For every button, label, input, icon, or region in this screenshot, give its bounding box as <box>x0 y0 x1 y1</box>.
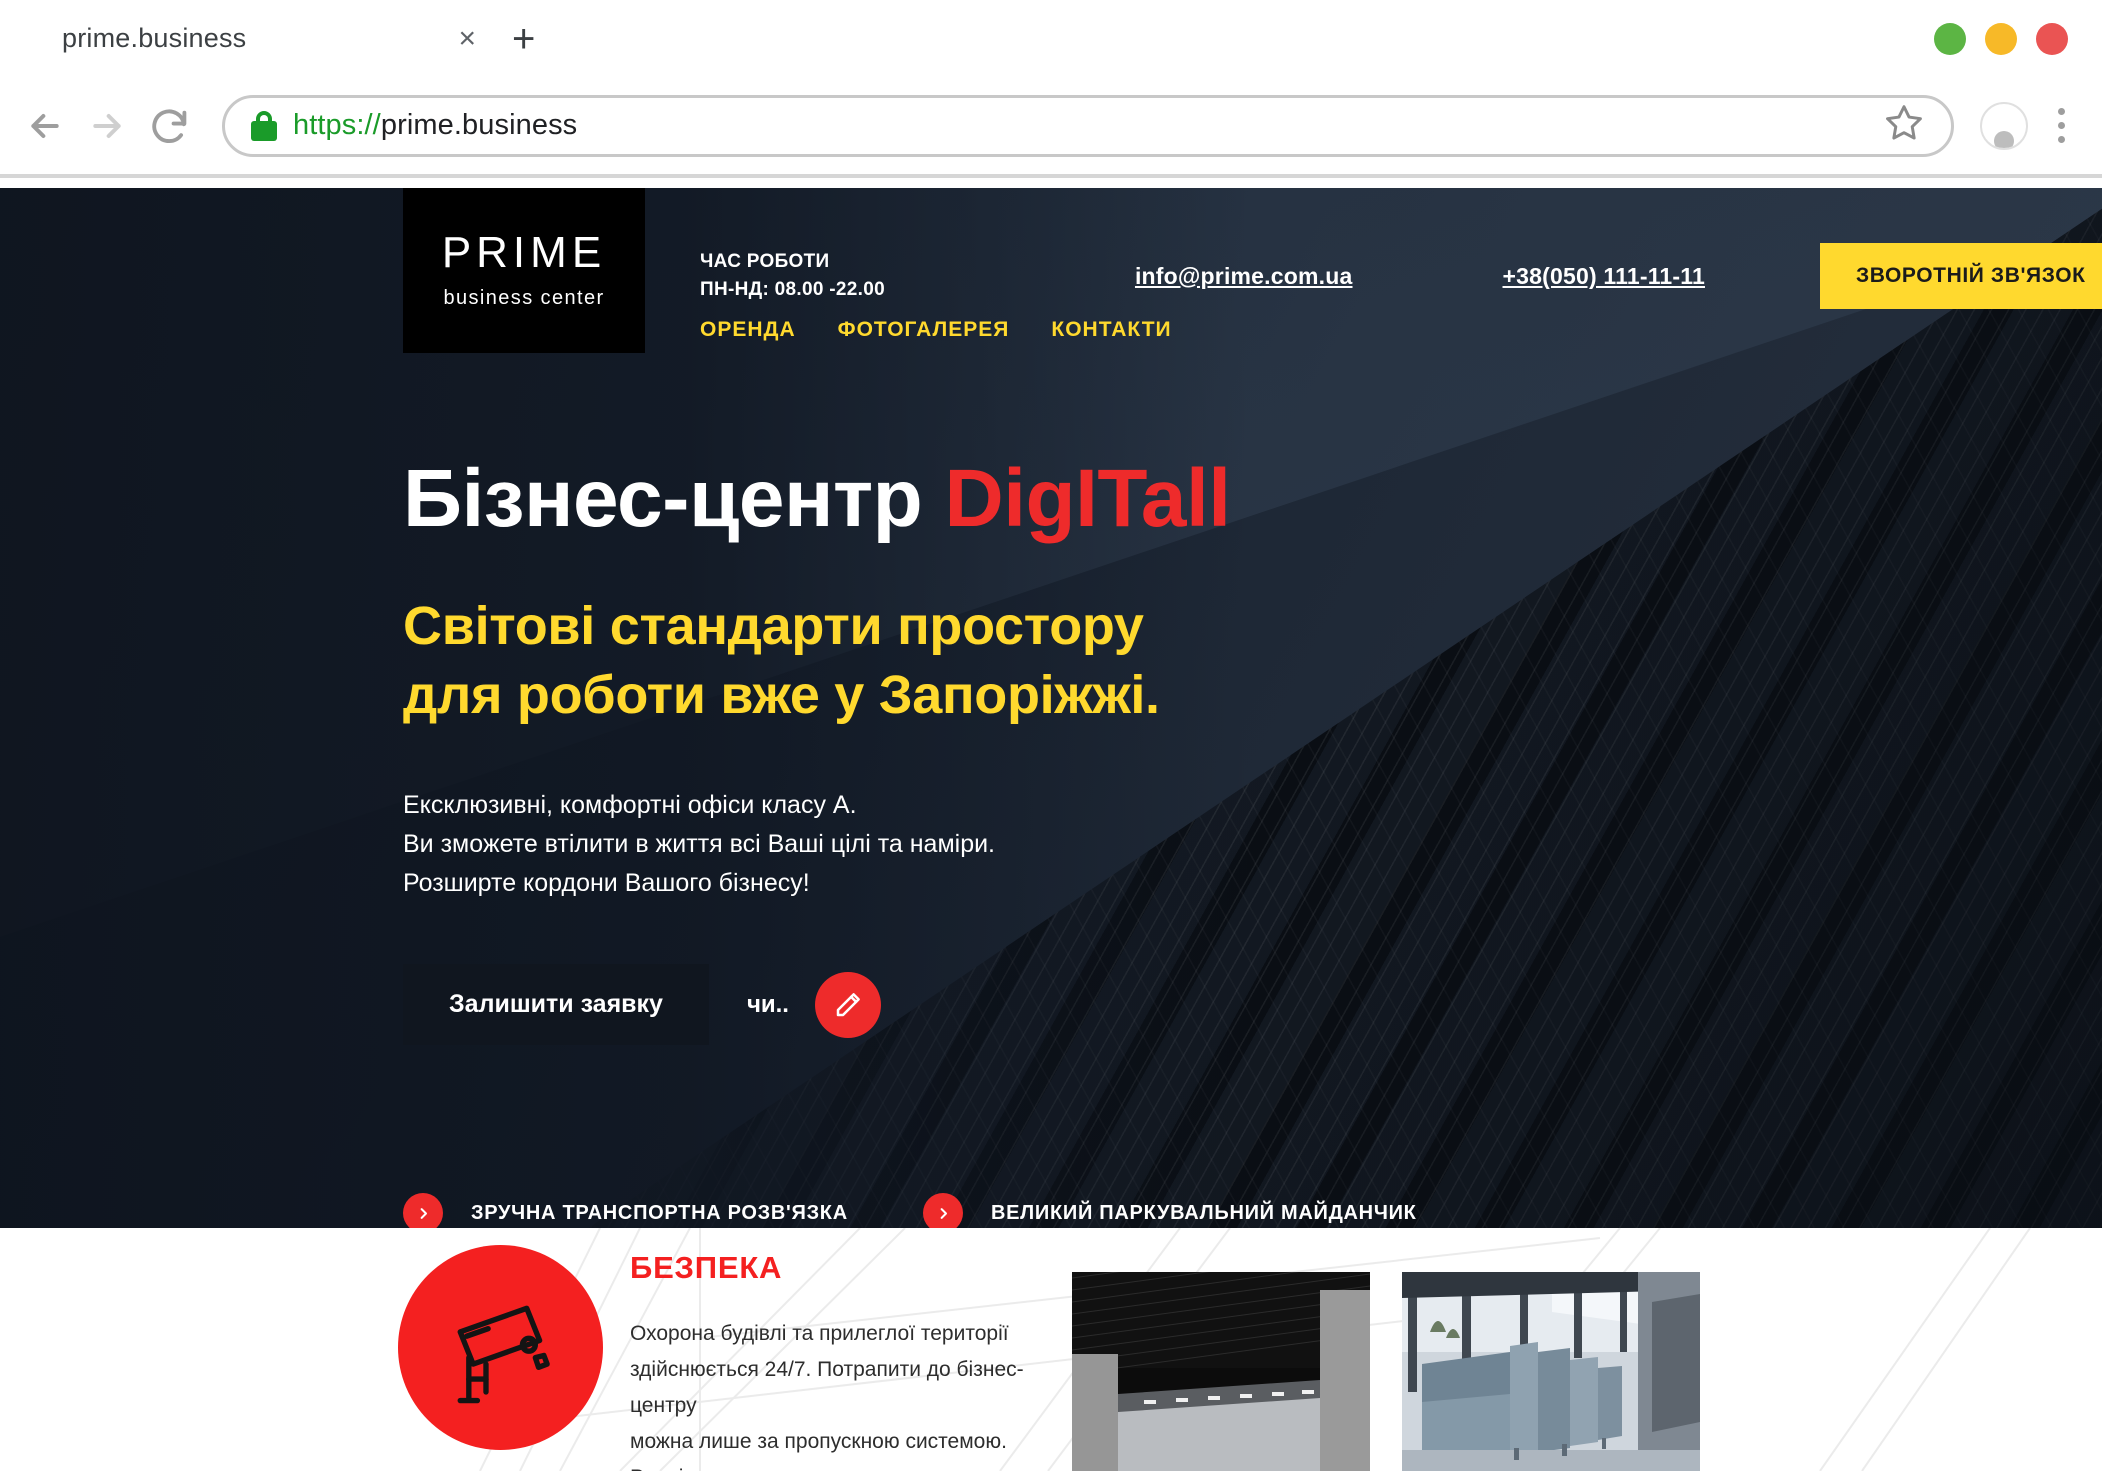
security-section: БЕЗПЕКА Охорона будівлі та прилеглої тер… <box>0 1228 2102 1471</box>
hero-subtitle-line-1: Світові стандарти простору <box>403 596 1144 656</box>
lobby-interior-photo[interactable] <box>1072 1272 1370 1471</box>
main-navigation: ОРЕНДА ФОТОГАЛЕРЕЯ КОНТАКТИ <box>700 318 1172 342</box>
hero-description: Ексклюзивні, комфортні офіси класу А. Ви… <box>403 786 1231 902</box>
browser-tab[interactable]: prime.business × <box>62 23 482 54</box>
section-body-line-3: можна лише за пропускною системою. <box>630 1430 1007 1454</box>
section-title: БЕЗПЕКА <box>630 1250 783 1285</box>
nav-item-rent[interactable]: ОРЕНДА <box>700 318 796 342</box>
kebab-menu-icon[interactable] <box>2038 108 2084 143</box>
security-text: БЕЗПЕКА Охорона будівлі та прилеглої тер… <box>630 1250 1050 1471</box>
hero-content: Бізнес-центр DigITall Світові стандарти … <box>403 458 1231 1046</box>
logo-tagline: business center <box>443 287 605 309</box>
or-text: чи.. <box>746 990 789 1018</box>
hero-actions: Залишити заявку чи.. <box>403 964 1231 1046</box>
hero-section: PRIME business center ЧАС РОБОТИ ПН-НД: … <box>0 188 2102 1228</box>
logo-name: PRIME <box>441 228 607 277</box>
close-tab-icon[interactable]: × <box>452 23 482 54</box>
feature-item[interactable]: ЗРУЧНА ТРАНСПОРТНА РОЗВ'ЯЗКА <box>403 1193 923 1228</box>
address-bar[interactable]: https://prime.business <box>222 94 1954 157</box>
url-scheme: https:// <box>293 109 381 141</box>
page-title-accent: DigITall <box>944 453 1232 544</box>
browser-window: prime.business × + https://prime.busines… <box>0 0 2102 1471</box>
lounge-seating-photo[interactable] <box>1402 1272 1700 1471</box>
hero-description-line-2: Ви зможете втілити в життя всі Ваші цілі… <box>403 829 996 858</box>
site-logo[interactable]: PRIME business center <box>403 188 645 353</box>
hero-features: ЗРУЧНА ТРАНСПОРТНА РОЗВ'ЯЗКА ВЕЛИКИЙ ПАР… <box>403 1193 1503 1228</box>
reload-icon[interactable] <box>138 95 200 157</box>
chevron-right-icon <box>923 1193 963 1228</box>
back-arrow-icon[interactable] <box>14 95 76 157</box>
section-body-line-1: Охорона будівлі та прилеглої території <box>630 1322 1009 1345</box>
window-controls <box>1934 22 2068 55</box>
feature-item[interactable]: ВЕЛИКИЙ ПАРКУВАЛЬНИЙ МАЙДАНЧИК <box>923 1193 1443 1228</box>
url-host: prime.business <box>380 109 578 141</box>
feature-label: ЗРУЧНА ТРАНСПОРТНА РОЗВ'ЯЗКА <box>471 1201 848 1224</box>
working-hours-value: ПН-НД: 08.00 -22.00 <box>700 279 885 300</box>
submit-request-button[interactable]: Залишити заявку <box>403 964 709 1046</box>
page-viewport: PRIME business center ЧАС РОБОТИ ПН-НД: … <box>0 188 2102 1471</box>
browser-toolbar: https://prime.business <box>0 77 2102 174</box>
page-title-main: Бізнес-центр <box>403 453 945 544</box>
section-body-line-2: здійснюється 24/7. Потрапити до бізнес-ц… <box>630 1358 1024 1418</box>
section-body-line-4: Реалізована надсучасна система відеонагл… <box>630 1460 1050 1471</box>
header-phone[interactable]: +38(050) 111-11-11 <box>1503 263 1705 290</box>
lock-icon <box>251 110 277 141</box>
hero-description-line-1: Ексклюзивні, комфортні офіси класу А. <box>403 791 857 820</box>
tab-title: prime.business <box>62 23 247 53</box>
hero-subtitle-line-2: для роботи вже у Запоріжжі. <box>403 665 1160 726</box>
minimize-button[interactable] <box>1934 22 1966 55</box>
section-photos <box>1072 1272 1700 1471</box>
close-window-button[interactable] <box>2036 22 2068 55</box>
tab-strip: prime.business × + <box>0 0 2102 77</box>
avatar-icon[interactable] <box>1980 101 2028 150</box>
working-hours-label: ЧАС РОБОТИ <box>700 251 830 273</box>
new-tab-icon[interactable]: + <box>512 19 535 59</box>
cctv-camera-icon <box>398 1245 603 1450</box>
header-email[interactable]: info@prime.com.ua <box>1135 263 1353 290</box>
feature-label: ВЕЛИКИЙ ПАРКУВАЛЬНИЙ МАЙДАНЧИК <box>991 1201 1417 1224</box>
forward-arrow-icon[interactable] <box>76 95 138 157</box>
nav-item-contacts[interactable]: КОНТАКТИ <box>1051 318 1171 342</box>
working-hours: ЧАС РОБОТИ ПН-НД: 08.00 -22.00 <box>700 248 885 303</box>
chevron-right-icon <box>403 1193 443 1228</box>
header-contacts: ЧАС РОБОТИ ПН-НД: 08.00 -22.00 info@prim… <box>700 243 2102 309</box>
hero-subtitle: Світові стандарти простору для роботи вж… <box>403 592 1231 730</box>
star-icon[interactable] <box>1883 102 1925 149</box>
hero-description-line-3: Розширте кордони Вашого бізнесу! <box>403 868 810 897</box>
pencil-icon[interactable] <box>814 971 881 1038</box>
url-text: https://prime.business <box>293 109 577 142</box>
toolbar-divider <box>0 174 2102 178</box>
section-body: Охорона будівлі та прилеглої території з… <box>630 1316 1050 1471</box>
maximize-button[interactable] <box>1985 22 2017 55</box>
page-title: Бізнес-центр DigITall <box>403 458 1231 540</box>
callback-button[interactable]: ЗВОРОТНІЙ ЗВ'ЯЗОК <box>1819 243 2102 309</box>
nav-item-gallery[interactable]: ФОТОГАЛЕРЕЯ <box>838 318 1010 342</box>
